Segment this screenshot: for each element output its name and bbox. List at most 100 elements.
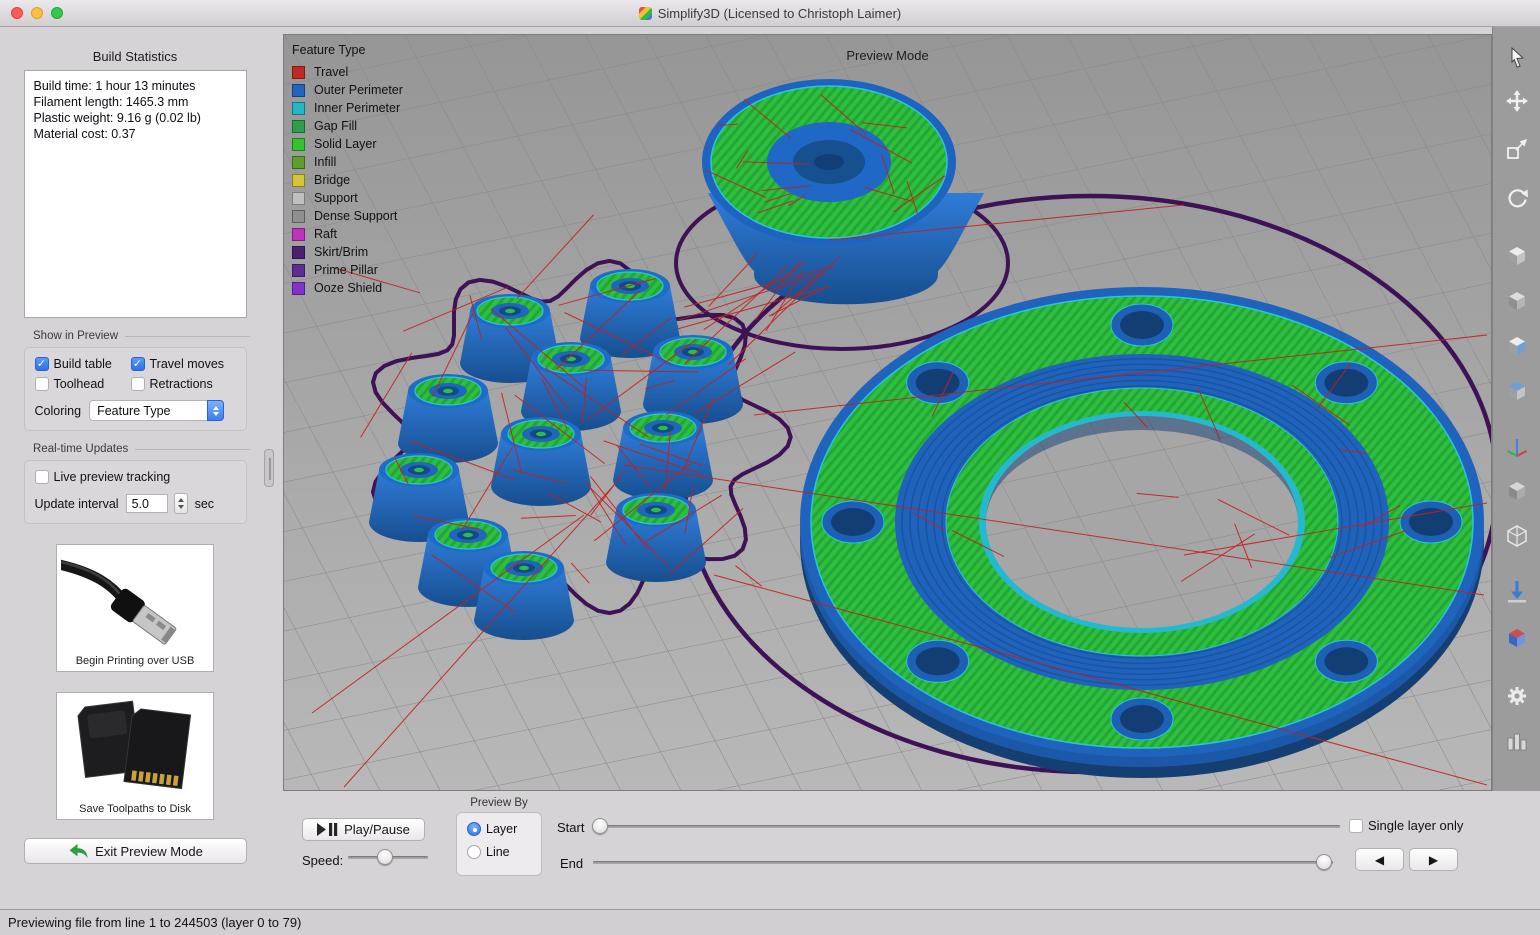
legend-swatch <box>292 155 305 169</box>
cube-solid-icon[interactable] <box>1504 478 1530 504</box>
legend-label: Skirt/Brim <box>314 245 369 259</box>
slider-thumb[interactable] <box>376 849 393 865</box>
checkbox-box[interactable] <box>130 377 145 391</box>
view-cube-front-icon[interactable] <box>1504 333 1530 359</box>
legend-swatch <box>292 281 305 295</box>
next-layer-button[interactable]: ▶ <box>1409 848 1458 871</box>
close-window-button[interactable] <box>11 7 23 19</box>
coloring-select[interactable]: Feature Type <box>89 400 225 421</box>
start-label: Start <box>557 820 585 835</box>
legend-label: Support <box>314 191 358 205</box>
axes-indicator-icon[interactable] <box>1504 435 1530 461</box>
legend-item: Gap Fill <box>292 117 403 135</box>
preview-checkbox-travel-moves[interactable]: ✓ Travel moves <box>130 357 236 371</box>
begin-printing-usb-button[interactable]: Begin Printing over USB <box>56 544 214 672</box>
cursor-tool-icon[interactable] <box>1504 45 1530 71</box>
speed-slider[interactable] <box>348 848 428 866</box>
legend-label: Dense Support <box>314 209 398 223</box>
exit-button-label: Exit Preview Mode <box>95 843 203 859</box>
pan-tool-icon[interactable] <box>1504 88 1530 114</box>
view-cube-shaded-icon[interactable] <box>1504 288 1530 314</box>
coloring-value: Feature Type <box>97 403 171 418</box>
legend-item: Travel <box>292 63 403 81</box>
view-cube-side-icon[interactable] <box>1504 378 1530 404</box>
sidebar-splitter-handle[interactable] <box>264 449 274 487</box>
legend-label: Travel <box>314 65 349 79</box>
legend-label: Ooze Shield <box>314 281 383 295</box>
stat-line: Plastic weight: 9.16 g (0.02 lb) <box>33 111 201 125</box>
checkbox-label: Retractions <box>149 377 213 391</box>
checkbox-box[interactable] <box>34 377 49 391</box>
build-statistics-box: Build time: 1 hour 13 minutes Filament le… <box>23 70 247 318</box>
play-pause-button[interactable]: Play/Pause <box>302 818 425 841</box>
preview-checkbox-toolhead[interactable]: Toolhead <box>34 377 131 391</box>
checkbox-label: Toolhead <box>53 377 105 391</box>
legend-label: Raft <box>314 227 337 241</box>
preview-mode-label: Preview Mode <box>846 48 929 63</box>
radio-layer-label: Layer <box>486 822 518 836</box>
update-interval-stepper[interactable] <box>173 493 188 514</box>
preview-3d-viewport[interactable]: Feature Type Travel Outer Perimeter Inner … <box>283 34 1492 791</box>
usb-cable-image <box>61 548 209 652</box>
settings-gear-icon[interactable] <box>1504 683 1530 709</box>
scale-tool-icon[interactable] <box>1504 136 1530 162</box>
checkbox-box[interactable]: ✓ <box>34 357 49 371</box>
section-divider <box>125 335 250 337</box>
legend-label: Bridge <box>314 173 351 187</box>
checkbox-label: Travel moves <box>149 357 225 371</box>
layer-columns-icon[interactable] <box>1504 728 1530 754</box>
start-slider[interactable] <box>592 817 1340 835</box>
legend-label: Solid Layer <box>314 137 377 151</box>
previous-layer-button[interactable]: ◀ <box>1355 848 1404 871</box>
slider-thumb[interactable] <box>592 818 609 834</box>
exit-preview-mode-button[interactable]: Exit Preview Mode <box>23 838 247 864</box>
legend-label: Prime Pillar <box>314 263 378 277</box>
end-slider[interactable] <box>593 853 1333 871</box>
realtime-text: Real-time Updates <box>33 443 129 455</box>
cross-section-icon[interactable] <box>1504 625 1530 651</box>
update-interval-field[interactable]: 5.0 <box>125 494 168 513</box>
legend-swatch <box>292 101 305 115</box>
checkbox-box[interactable] <box>1349 818 1363 833</box>
radio-layer-dot[interactable] <box>467 822 481 836</box>
preview-checkbox-build-table[interactable]: ✓ Build table <box>34 357 131 371</box>
legend-item: Infill <box>292 153 403 171</box>
single-layer-label: Single layer only <box>1368 818 1464 833</box>
legend-title: Feature Type <box>292 43 366 57</box>
save-toolpaths-disk-button[interactable]: Save Toolpaths to Disk <box>56 692 214 820</box>
update-interval-label: Update interval <box>34 496 119 511</box>
radio-line-dot[interactable] <box>467 845 481 859</box>
slider-thumb[interactable] <box>1316 854 1333 870</box>
slider-track[interactable] <box>593 825 1340 828</box>
preview-by-layer-radio[interactable]: Layer <box>467 822 541 836</box>
show-in-preview-section-label: Show in Preview <box>33 330 250 342</box>
ring-model <box>800 287 1484 778</box>
legend-swatch <box>292 173 305 187</box>
preview-3d-scene[interactable] <box>284 35 1491 790</box>
window-title: Simplify3D (Licensed to Christoph Laimer… <box>657 5 902 21</box>
view-cube-iso-icon[interactable] <box>1504 243 1530 269</box>
legend-label: Outer Perimeter <box>314 83 403 97</box>
preview-by-line-radio[interactable]: Line <box>467 845 541 859</box>
single-layer-checkbox[interactable]: Single layer only <box>1349 818 1463 833</box>
drop-to-table-icon[interactable] <box>1504 578 1530 604</box>
legend-item: Outer Perimeter <box>292 81 403 99</box>
checkbox-box[interactable] <box>34 470 49 484</box>
build-statistics-title: Build Statistics <box>92 49 178 64</box>
slider-track[interactable] <box>593 861 1333 864</box>
realtime-panel: Live preview tracking Update interval 5.… <box>23 460 247 524</box>
preview-checkbox-retractions[interactable]: Retractions <box>130 377 236 391</box>
checkbox-box[interactable]: ✓ <box>130 357 145 371</box>
legend-item: Support <box>292 189 403 207</box>
rotate-tool-icon[interactable] <box>1504 184 1530 210</box>
legend-swatch <box>292 209 305 223</box>
zoom-window-button[interactable] <box>51 7 63 19</box>
legend-swatch <box>292 65 305 79</box>
legend-item: Dense Support <box>292 207 403 225</box>
live-preview-checkbox[interactable]: Live preview tracking <box>34 470 236 484</box>
cube-wireframe-icon[interactable] <box>1504 523 1530 549</box>
minimize-window-button[interactable] <box>31 7 43 19</box>
show-in-preview-text: Show in Preview <box>33 330 119 342</box>
legend-item: Ooze Shield <box>292 279 403 297</box>
select-arrows-icon[interactable] <box>207 400 225 421</box>
